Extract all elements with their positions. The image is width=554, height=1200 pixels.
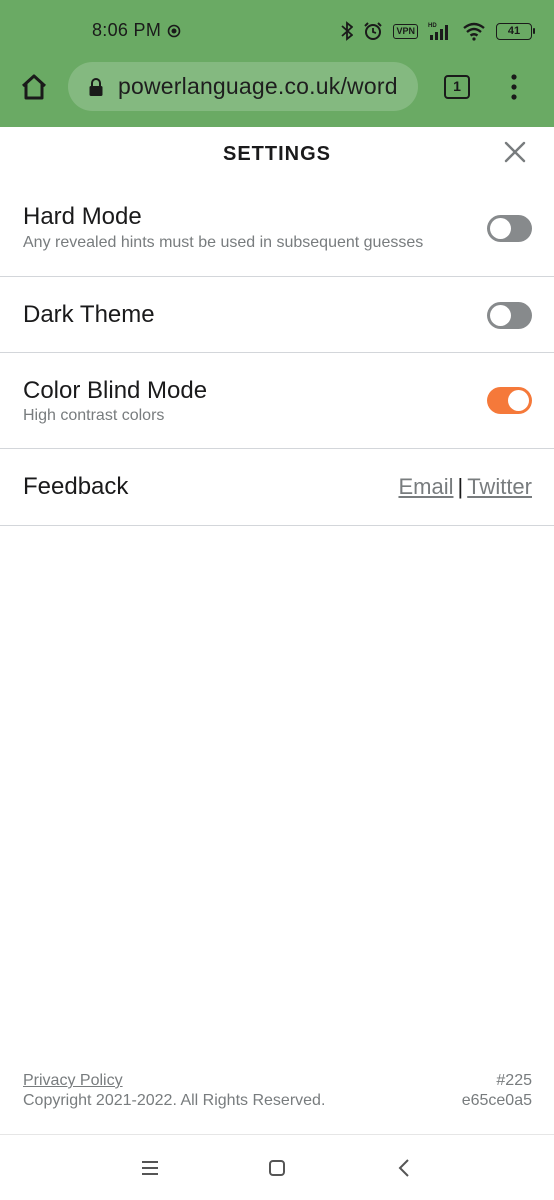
battery-indicator: 41	[496, 22, 535, 40]
twitter-link[interactable]: Twitter	[467, 474, 532, 499]
signal-icon: HD	[428, 23, 448, 40]
setting-label: Color Blind Mode	[23, 377, 208, 404]
footer-left: Privacy Policy Copyright 2021-2022. All …	[23, 1071, 325, 1111]
home-nav-icon[interactable]	[266, 1157, 288, 1179]
status-icons: VPN HD 41	[341, 19, 535, 43]
wifi-icon	[463, 22, 485, 41]
feedback-separator: |	[457, 474, 464, 499]
url-text: powerlanguage.co.uk/word	[118, 73, 398, 99]
page-title: SETTINGS	[222, 143, 331, 165]
home-icon[interactable]	[18, 71, 50, 103]
system-nav-bar	[0, 1134, 554, 1200]
color-blind-mode-toggle[interactable]	[487, 387, 532, 414]
notification-dot-icon	[167, 24, 181, 38]
back-icon[interactable]	[394, 1157, 416, 1179]
setting-dark-theme: Dark Theme	[0, 277, 554, 353]
close-icon[interactable]	[503, 140, 527, 164]
svg-text:HD: HD	[428, 23, 437, 29]
toggle-knob	[490, 305, 511, 326]
url-bar[interactable]: powerlanguage.co.uk/word	[68, 62, 418, 111]
alarm-icon	[364, 22, 383, 40]
lock-icon	[89, 77, 103, 96]
setting-color-blind-mode: Color Blind Mode High contrast colors	[0, 353, 554, 449]
recent-apps-icon[interactable]	[139, 1157, 161, 1179]
toggle-knob	[490, 218, 511, 239]
setting-label: Dark Theme	[23, 301, 155, 328]
status-time: 8:06 PM	[92, 20, 162, 40]
setting-description: Any revealed hints must be used in subse…	[23, 234, 424, 251]
build-hash: e65ce0a5	[461, 1092, 532, 1109]
setting-label: Hard Mode	[23, 203, 142, 230]
more-menu-icon[interactable]	[508, 72, 520, 102]
setting-feedback: Feedback Email | Twitter	[0, 449, 554, 526]
email-link[interactable]: Email	[398, 474, 453, 499]
toggle-knob	[508, 390, 529, 411]
setting-description: High contrast colors	[23, 407, 165, 424]
tab-switcher-button[interactable]: 1	[444, 75, 470, 99]
settings-page: SETTINGS Hard Mode Any revealed hints mu…	[0, 127, 554, 1135]
privacy-policy-link[interactable]: Privacy Policy	[23, 1072, 123, 1089]
footer-right: #225 e65ce0a5	[462, 1071, 532, 1111]
feedback-label: Feedback	[23, 473, 129, 500]
setting-hard-mode: Hard Mode Any revealed hints must be use…	[0, 177, 554, 277]
puzzle-number: #225	[496, 1072, 532, 1089]
hard-mode-toggle[interactable]	[487, 215, 532, 242]
bluetooth-icon	[341, 21, 354, 41]
status-bar: 8:06 PM VPN HD 41	[0, 0, 554, 62]
dark-theme-toggle[interactable]	[487, 302, 532, 329]
copyright-text: Copyright 2021-2022. All Rights Reserved…	[23, 1092, 326, 1109]
vpn-badge: VPN	[393, 23, 418, 39]
feedback-links: Email | Twitter	[398, 474, 532, 500]
browser-toolbar: powerlanguage.co.uk/word 1	[0, 62, 554, 127]
